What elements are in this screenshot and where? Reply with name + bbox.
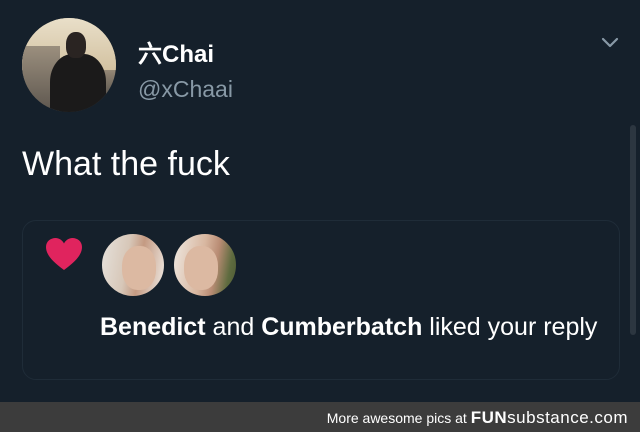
notification-text: Benedict and Cumberbatch liked your repl…: [100, 310, 610, 344]
profile-avatar[interactable]: [22, 18, 116, 112]
heart-icon: [46, 238, 82, 270]
liker-name-1[interactable]: Benedict: [100, 313, 206, 341]
display-name[interactable]: 六Chai: [138, 34, 214, 69]
action-text: liked your reply: [422, 313, 598, 341]
tweet-text: What the fuck: [22, 145, 230, 183]
liker-avatar-benedict[interactable]: [100, 232, 166, 298]
avatar-person-body: [50, 54, 106, 112]
footer-text: More awesome pics at FUNsubstance.com: [327, 408, 628, 428]
brand-logo: FUNsubstance.com: [471, 408, 628, 427]
user-handle[interactable]: @xChaai: [138, 76, 233, 103]
chevron-down-icon[interactable]: [600, 36, 620, 50]
brand-rest: substance.com: [507, 408, 628, 427]
liker-avatar-cumberbatch[interactable]: [172, 232, 238, 298]
brand-bold: FUN: [470, 408, 508, 427]
footer-prefix: More awesome pics at: [326, 410, 471, 426]
avatar-face: [122, 246, 156, 290]
avatar-person-head: [66, 32, 86, 58]
liker-name-2[interactable]: Cumberbatch: [261, 313, 422, 341]
connector-text: and: [205, 313, 262, 341]
avatar-face: [184, 246, 218, 290]
watermark-footer: More awesome pics at FUNsubstance.com: [0, 402, 640, 432]
tweet: 六Chai @xChaai What the fuck Benedict and…: [0, 0, 640, 402]
scrollbar[interactable]: [630, 125, 636, 335]
